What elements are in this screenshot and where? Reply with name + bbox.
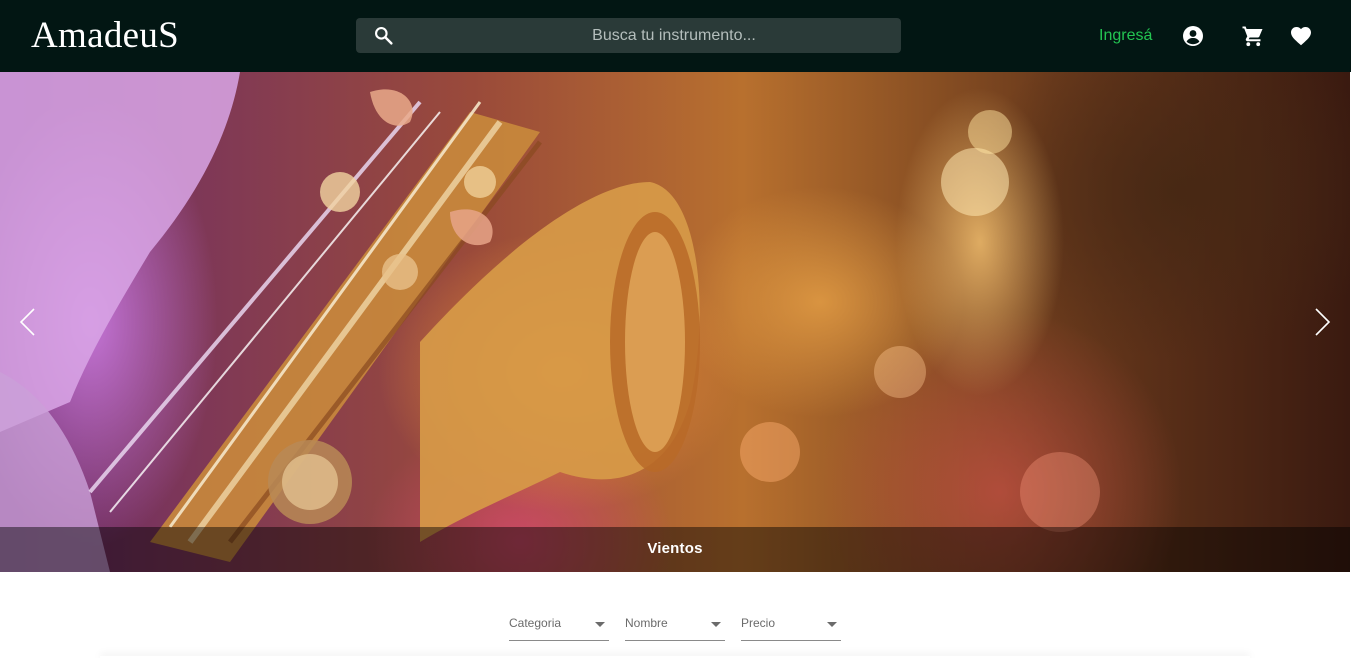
account-icon[interactable] — [1181, 24, 1205, 48]
category-select-label: Categoria — [509, 616, 562, 630]
carousel-next-button[interactable] — [1310, 306, 1334, 338]
search-icon[interactable] — [373, 25, 394, 46]
hero-carousel: Vientos — [0, 72, 1350, 572]
search-bar — [356, 18, 901, 53]
carousel-caption: Vientos — [647, 540, 703, 557]
saxophone-photo — [0, 72, 1100, 572]
chevron-right-icon — [1315, 308, 1331, 336]
filter-bar: Categoria Nombre Precio — [0, 572, 1351, 658]
price-select[interactable]: Precio — [741, 612, 841, 641]
cart-icon[interactable] — [1241, 24, 1265, 48]
name-select[interactable]: Nombre — [625, 612, 725, 641]
name-select-label: Nombre — [625, 616, 668, 630]
dropdown-arrow-icon — [711, 622, 721, 627]
price-select-label: Precio — [741, 616, 776, 630]
chevron-left-icon — [19, 308, 35, 336]
carousel-prev-button[interactable] — [16, 306, 40, 338]
search-input[interactable] — [406, 18, 886, 53]
login-link[interactable]: Ingresá — [1099, 26, 1152, 46]
dropdown-arrow-icon — [595, 622, 605, 627]
favorites-icon[interactable] — [1289, 24, 1313, 48]
brand-logo[interactable]: AmadeuS — [31, 14, 179, 58]
category-select[interactable]: Categoria — [509, 612, 609, 641]
dropdown-arrow-icon — [827, 622, 837, 627]
carousel-caption-bar: Vientos — [0, 527, 1350, 572]
top-navbar: AmadeuS Ingresá — [0, 0, 1351, 72]
